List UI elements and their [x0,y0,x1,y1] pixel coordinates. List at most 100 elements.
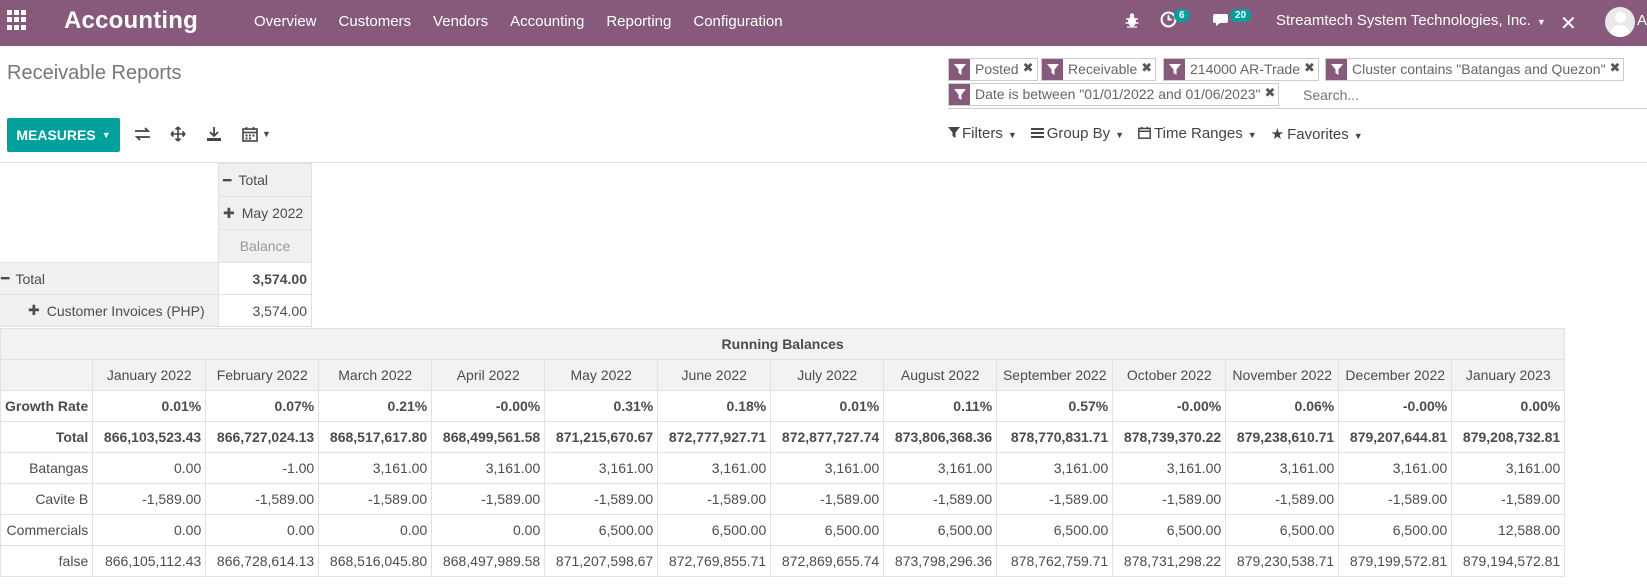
month-header: December 2022 [1338,359,1453,391]
balance-cell: 12,588.00 [1451,514,1566,546]
balance-cell: 879,207,644.81 [1338,421,1453,453]
balance-cell: 0.21% [318,390,433,422]
remove-facet-icon[interactable]: ✖ [1304,59,1318,80]
filter-icon [1042,59,1063,80]
month-header-row: January 2022 February 2022 March 2022 April… [0,359,1566,391]
measures-button[interactable]: MEASURES ▼ [7,118,120,152]
filter-icon [949,59,970,80]
facet-cluster: Cluster contains "Batangas and Quezon" ✖ [1325,58,1625,81]
message-count-badge: 20 [1230,9,1252,22]
pivot-col-header-group[interactable]: ✚ May 2022 [218,196,312,230]
balance-cell: 6,500.00 [770,514,885,546]
star-icon: ★ [1270,126,1285,143]
facet-value: 214000 AR-Trade [1190,61,1300,77]
chevron-down-icon: ▼ [101,130,111,140]
balance-cell: 6,500.00 [1338,514,1453,546]
favorites-dropdown[interactable]: ★ Favorites ▼ [1271,125,1363,143]
download-icon[interactable] [206,124,222,144]
facet-value: Posted [975,61,1019,77]
balance-cell: 878,739,370.22 [1112,421,1227,453]
facet-posted: Posted ✖ [948,58,1038,81]
balance-cell: 879,194,572.81 [1451,545,1566,577]
balance-cell: 6,500.00 [1112,514,1227,546]
balance-cell: 3,161.00 [996,452,1114,484]
pivot-row-group-label: Customer Invoices (PHP) [46,302,205,319]
balance-cell: 873,806,368.36 [883,421,998,453]
balance-cell: 3,161.00 [1112,452,1227,484]
debug-tools-icon[interactable]: ✕ [1560,11,1577,36]
remove-facet-icon[interactable]: ✖ [1610,59,1624,80]
balance-cell: 6,500.00 [657,514,772,546]
pivot-total-value[interactable]: 3,574.00 [218,262,312,295]
timeranges-label: Time Ranges [1154,125,1243,142]
balance-cell: 872,769,855.71 [657,545,772,577]
menu-accounting[interactable]: Accounting [510,13,584,30]
balance-cell: 0.00 [205,514,320,546]
balance-cell: 3,161.00 [431,452,546,484]
chevron-down-icon: ▼ [262,129,271,139]
expand-all-icon[interactable] [170,124,186,144]
balance-cell: 866,103,523.43 [92,421,207,453]
calendar-icon [1138,126,1151,139]
menu-overview[interactable]: Overview [254,13,317,30]
menu-configuration[interactable]: Configuration [693,13,782,30]
month-header: November 2022 [1225,359,1340,391]
balance-cell: -1,589.00 [996,483,1114,515]
activity-count-badge: 6 [1174,9,1190,22]
search-input[interactable] [1303,84,1633,106]
breadcrumb: Receivable Reports [7,62,182,84]
balance-cell: 879,208,732.81 [1451,421,1566,453]
interval-dropdown[interactable]: ▼ [242,124,271,144]
app-title[interactable]: Accounting [64,7,198,35]
pivot-corner [0,163,219,263]
menu-vendors[interactable]: Vendors [433,13,488,30]
balance-cell: 0.00 [431,514,546,546]
bug-icon[interactable] [1124,12,1140,28]
balance-cell: -1,589.00 [1451,483,1566,515]
balance-row-label: Batangas [0,452,94,484]
menu-reporting[interactable]: Reporting [606,13,671,30]
remove-facet-icon[interactable]: ✖ [1141,59,1155,80]
chevron-down-icon: ▼ [1353,131,1363,141]
balance-cell: 0.01% [92,390,207,422]
balance-cell: -1,589.00 [431,483,546,515]
balance-cell: 879,238,610.71 [1225,421,1340,453]
user-name[interactable]: A [1637,12,1647,29]
balance-cell: 873,798,296.36 [883,545,998,577]
facet-receivable: Receivable ✖ [1041,58,1157,81]
pivot-col-total-label: Total [238,172,269,188]
balance-cell: 866,728,614.13 [205,545,320,577]
balance-cell: 0.00 [92,452,207,484]
balance-row: false 866,105,112.43 866,728,614.13 868,516… [0,545,1566,577]
pivot-col-header-total[interactable]: ━ Total [218,163,312,197]
remove-facet-icon[interactable]: ✖ [1265,84,1279,105]
balance-cell: 0.07% [205,390,320,422]
pivot-group-value[interactable]: 3,574.00 [218,294,312,327]
balance-cell: 878,762,759.71 [996,545,1114,577]
balance-cell: 3,161.00 [883,452,998,484]
menu-customers[interactable]: Customers [339,13,412,30]
groupby-dropdown[interactable]: Group By ▼ [1030,125,1124,143]
measures-label: MEASURES [16,127,96,143]
filters-label: Filters [962,125,1003,142]
balance-cell: 868,499,561.58 [431,421,546,453]
balance-row-label: Growth Rate [0,390,94,422]
list-icon [1030,128,1044,138]
company-switcher[interactable]: Streamtech System Technologies, Inc. ▼ [1276,12,1546,29]
pivot-row-header-group[interactable]: ✚ Customer Invoices (PHP) [0,294,219,327]
month-header: July 2022 [770,359,885,391]
messages-icon[interactable] [1213,12,1231,28]
user-avatar[interactable] [1605,7,1635,37]
facet-account: 214000 AR-Trade ✖ [1163,58,1319,81]
company-name: Streamtech System Technologies, Inc. [1276,12,1531,29]
apps-menu-icon[interactable] [7,10,27,30]
search-options: Filters ▼ Group By ▼ Time Ranges ▼ ★ Favorit… [948,125,1363,143]
pivot-row-header-total[interactable]: ━ Total [0,262,219,295]
remove-facet-icon[interactable]: ✖ [1023,59,1037,80]
pivot-measure-header[interactable]: Balance [218,229,312,263]
timeranges-dropdown[interactable]: Time Ranges ▼ [1138,125,1257,143]
month-header: February 2022 [205,359,320,391]
month-header: March 2022 [318,359,433,391]
flip-axis-icon[interactable] [134,124,151,144]
filters-dropdown[interactable]: Filters ▼ [948,125,1017,143]
